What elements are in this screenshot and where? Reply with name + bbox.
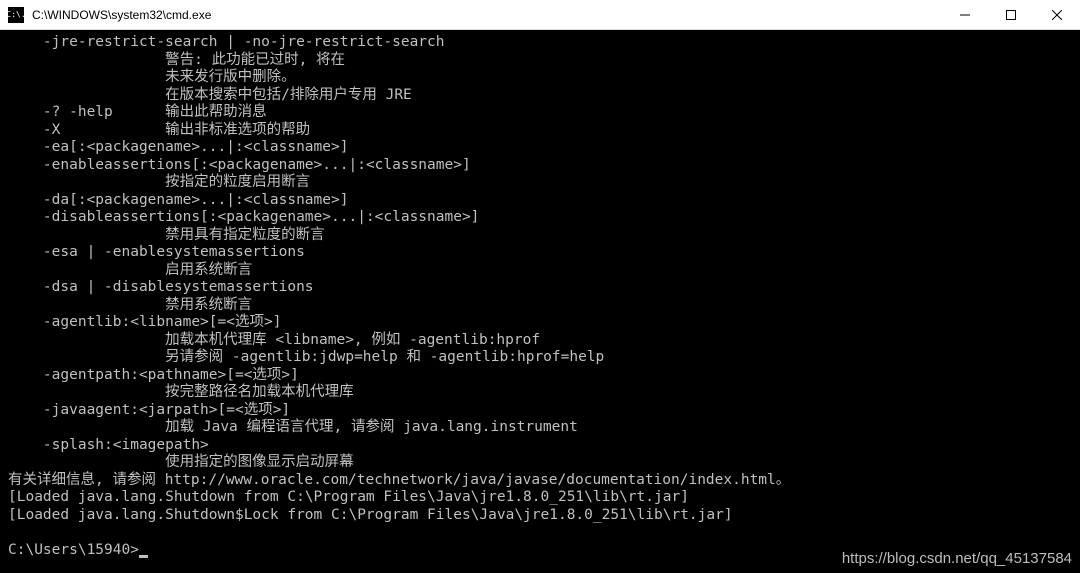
watermark: https://blog.csdn.net/qq_45137584 [842,550,1072,568]
window-title: C:\WINDOWS\system32\cmd.exe [32,8,942,22]
cmd-icon: C:\. [8,7,24,23]
titlebar: C:\. C:\WINDOWS\system32\cmd.exe [0,0,1080,30]
titlebar-buttons [942,0,1080,30]
terminal-output[interactable]: -jre-restrict-search | -no-jre-restrict-… [0,30,1080,573]
close-button[interactable] [1034,0,1080,30]
minimize-button[interactable] [942,0,988,30]
maximize-button[interactable] [988,0,1034,30]
cursor [139,555,148,558]
